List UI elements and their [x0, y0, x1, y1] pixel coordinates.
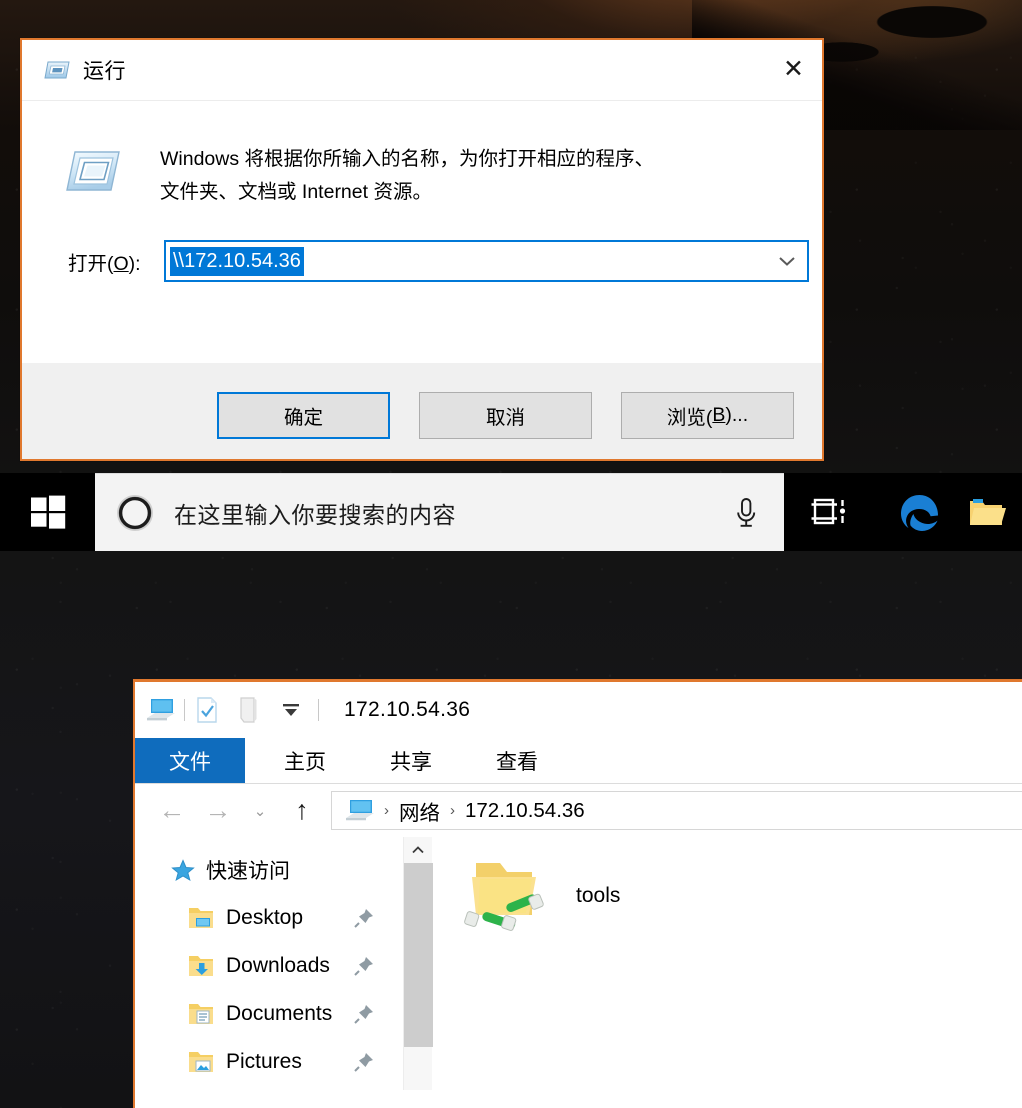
cortana-circle-icon[interactable] [115, 493, 155, 533]
run-dialog-titlebar: 运行 ✕ [22, 40, 822, 101]
run-dialog-body: Windows 将根据你所输入的名称，为你打开相应的程序、 文件夹、文档或 In… [22, 101, 822, 363]
close-icon[interactable]: ✕ [765, 40, 822, 99]
qat-separator [184, 699, 185, 721]
run-description-row: Windows 将根据你所输入的名称，为你打开相应的程序、 文件夹、文档或 In… [22, 101, 822, 209]
browse-label-accel: B [712, 404, 726, 426]
network-computer-icon [344, 798, 374, 824]
run-dialog-title: 运行 [83, 60, 126, 83]
folder-pictures-icon [187, 1049, 215, 1075]
open-label-accel: O [113, 252, 129, 275]
sidebar-item-label: Documents [226, 1002, 333, 1025]
search-placeholder-text: 在这里输入你要搜索的内容 [174, 501, 456, 528]
breadcrumb-separator-2: › [450, 802, 455, 819]
sidebar-quick-access-label: 快速访问 [206, 860, 290, 883]
sidebar-item-label: Desktop [226, 906, 304, 929]
sidebar-item-pictures[interactable]: Pictures [135, 1038, 403, 1086]
run-open-input-value[interactable]: \\172.10.54.36 [170, 246, 304, 276]
microphone-icon[interactable] [734, 496, 758, 530]
sidebar-item-quick-access[interactable]: 快速访问 [135, 855, 403, 885]
run-open-label: 打开(O): [68, 247, 164, 276]
taskbar: 在这里输入你要搜索的内容 [0, 473, 1022, 551]
network-computer-icon[interactable] [145, 696, 175, 724]
tab-share[interactable]: 共享 [379, 738, 443, 783]
file-explorer-icon[interactable] [964, 473, 1022, 551]
qat-separator-2 [318, 699, 319, 721]
pin-icon[interactable] [353, 1003, 375, 1025]
search-input[interactable]: 在这里输入你要搜索的内容 [95, 473, 784, 551]
sidebar-item-label: Downloads [226, 954, 330, 977]
run-window-icon [44, 59, 70, 81]
pin-icon[interactable] [353, 955, 375, 977]
task-view-icon[interactable] [784, 473, 876, 551]
browse-label-prefix: 浏览( [666, 407, 713, 429]
arrow-left-icon[interactable]: ← [149, 797, 195, 824]
open-label-suffix: ): [128, 252, 141, 275]
explorer-sidebar: 快速访问 Desktop Downloads Documents Picture… [135, 837, 403, 1090]
file-name: tools [576, 884, 621, 907]
breadcrumb-item-network[interactable]: 网络 [399, 796, 440, 826]
explorer-ribbon-tabs: 文件 主页 共享 查看 [135, 738, 1022, 784]
new-folder-icon[interactable] [236, 695, 260, 725]
tab-file[interactable]: 文件 [135, 738, 245, 783]
folder-documents-icon [187, 1001, 215, 1027]
pin-icon[interactable] [353, 907, 375, 929]
run-open-row: 打开(O): \\172.10.54.36 [22, 209, 822, 282]
arrow-up-icon[interactable]: ↑ [279, 797, 325, 824]
explorer-content: 快速访问 Desktop Downloads Documents Picture… [135, 837, 1022, 1090]
sidebar-item-documents[interactable]: Documents [135, 990, 403, 1038]
properties-icon[interactable] [194, 695, 220, 725]
explorer-navigation-bar: ← → ⌄ ↑ › 网络 › 172.10.54.36 [135, 784, 1022, 837]
open-label-prefix: 打开( [68, 252, 114, 275]
explorer-titlebar: 172.10.54.36 [135, 682, 1022, 738]
scrollbar-thumb[interactable] [403, 863, 433, 1047]
windows-logo-icon [30, 494, 66, 530]
run-open-combobox[interactable]: \\172.10.54.36 [164, 240, 809, 282]
folder-desktop-icon [187, 905, 215, 931]
chevron-down-icon[interactable] [766, 242, 807, 280]
run-dialog: 运行 ✕ Windows 将根据你所输入的名称，为你打开相应的程序、 文件夹、文… [20, 38, 824, 461]
cancel-button[interactable]: 取消 [419, 392, 592, 439]
folder-downloads-icon [187, 953, 215, 979]
tab-view[interactable]: 查看 [485, 738, 549, 783]
explorer-file-list: tools [432, 837, 1022, 1090]
file-explorer-window: 172.10.54.36 文件 主页 共享 查看 ← → ⌄ ↑ › 网络 › … [133, 679, 1022, 1108]
sidebar-item-label: Pictures [226, 1050, 302, 1073]
ok-button[interactable]: 确定 [217, 392, 390, 439]
run-dialog-footer: 确定 取消 浏览(B)... [22, 363, 822, 459]
sidebar-item-desktop[interactable]: Desktop [135, 894, 403, 942]
chevron-down-icon[interactable] [280, 701, 302, 719]
run-large-icon [65, 147, 121, 209]
chevron-up-icon[interactable] [411, 837, 425, 863]
tab-home[interactable]: 主页 [273, 738, 337, 783]
edge-browser-icon[interactable] [876, 473, 964, 551]
breadcrumb[interactable]: › 网络 › 172.10.54.36 [331, 791, 1022, 830]
shared-folder-icon [458, 853, 548, 939]
explorer-title: 172.10.54.36 [344, 698, 471, 721]
browse-button[interactable]: 浏览(B)... [621, 392, 794, 439]
list-item[interactable]: tools [458, 853, 1022, 939]
sidebar-item-downloads[interactable]: Downloads [135, 942, 403, 990]
breadcrumb-separator-1: › [384, 802, 389, 819]
run-description-text: Windows 将根据你所输入的名称，为你打开相应的程序、 文件夹、文档或 In… [160, 143, 654, 209]
pin-icon[interactable] [353, 1051, 375, 1073]
run-description-line2: 文件夹、文档或 Internet 资源。 [160, 181, 432, 203]
chevron-down-icon[interactable]: ⌄ [241, 802, 279, 820]
browse-label-suffix: )... [725, 404, 749, 426]
arrow-right-icon[interactable]: → [195, 797, 241, 824]
star-icon [170, 858, 196, 882]
breadcrumb-item-host[interactable]: 172.10.54.36 [465, 799, 585, 823]
sidebar-scrollbar[interactable] [403, 837, 433, 1090]
start-button[interactable] [0, 473, 95, 551]
run-description-line1: Windows 将根据你所输入的名称，为你打开相应的程序、 [160, 148, 655, 170]
